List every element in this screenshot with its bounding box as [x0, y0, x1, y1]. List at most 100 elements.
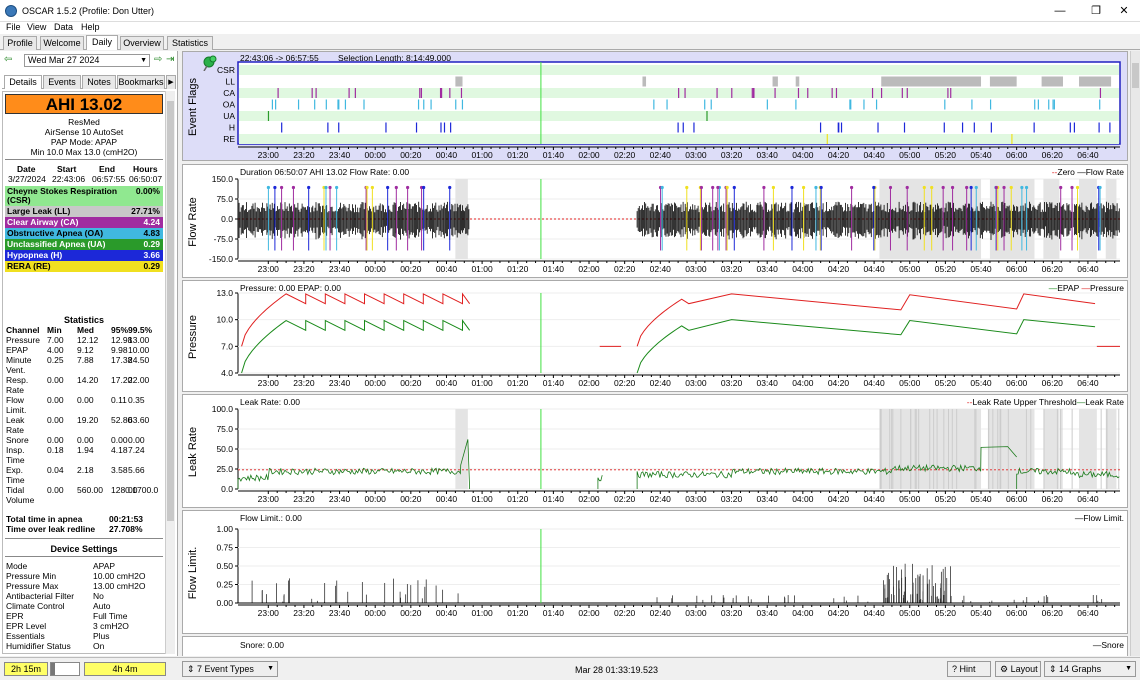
- layout-button[interactable]: ⚙ Layout: [995, 661, 1041, 677]
- leak-rate-panel[interactable]: Leak Rate Leak Rate: 0.00 --Leak Rate Up…: [182, 394, 1128, 508]
- menu-bar: File View Data Help: [0, 22, 1140, 34]
- tab-profile[interactable]: Profile: [3, 36, 37, 50]
- y-tick-label: 1.00: [216, 524, 233, 534]
- event-summary-row: Obstructive Apnea (OA) 4.83: [5, 228, 163, 239]
- zoom-slider[interactable]: [50, 662, 80, 676]
- snore-panel[interactable]: Snore: 0.00 —Snore: [182, 636, 1128, 656]
- statistics-row: Resp. 0.00 14.20 17.20 22.00 Rate: [5, 375, 163, 396]
- detail-tab-bar: Details Events Notes Bookmarks ▶: [2, 75, 176, 89]
- left-panel-scrollbar[interactable]: [165, 91, 175, 654]
- event-name: Obstructive Apnea (OA): [7, 228, 104, 238]
- event-types-dropdown[interactable]: ⇕ 7 Event Types ▼: [182, 661, 278, 677]
- y-tick-label: -150.0: [209, 254, 233, 264]
- statistics-row: Flow 0.00 0.00 0.11 0.35 Limit.: [5, 395, 163, 416]
- event-marker-dot: [324, 185, 328, 190]
- pressure-range: Min 10.0 Max 13.0 (cmH2O): [30, 147, 138, 157]
- y-tick-label: 13.0: [216, 288, 233, 298]
- flow-limit-chart[interactable]: 1.00 0.75 0.50 0.25 0.00 23:00 23:20 23:40 00:00…: [183, 511, 1129, 633]
- statistics-row: Tidal 0.00 560.00 1280.1700.0 00 Volume: [5, 485, 163, 506]
- event-marker-dot: [725, 185, 729, 190]
- right-time-pill: 4h 4m: [84, 662, 166, 676]
- x-tick-label: 01:20: [507, 494, 529, 504]
- event-value: 3.66: [143, 250, 160, 260]
- x-tick-label: 02:40: [650, 608, 672, 618]
- tab-welcome[interactable]: Welcome: [40, 36, 84, 50]
- flow-limit-panel[interactable]: Flow Limit. Flow Limit.: 0.00 —Flow Limi…: [182, 510, 1128, 634]
- prev-day-arrow-icon[interactable]: ⇦: [4, 54, 12, 66]
- graphs-dropdown[interactable]: ⇕ 14 Graphs ▼: [1044, 661, 1136, 677]
- x-tick-label: 03:00: [685, 264, 707, 274]
- stat-p995: 5.66: [128, 465, 145, 475]
- close-button[interactable]: ✕: [1104, 2, 1140, 20]
- next-day-arrow-icon[interactable]: ⇨: [154, 54, 162, 66]
- subtab-notes[interactable]: Notes: [82, 75, 116, 89]
- menu-file[interactable]: File: [6, 22, 21, 32]
- event-marker-dot: [279, 185, 284, 190]
- stat-med: 7.88: [77, 355, 94, 365]
- subtab-bookmarks[interactable]: Bookmarks: [117, 75, 165, 89]
- event-flags-chart[interactable]: CSR LLCA OAUA HRE 23:00 23:20 23:40 00:00 00:20 0…: [183, 52, 1129, 160]
- menu-view[interactable]: View: [27, 22, 46, 32]
- menu-data[interactable]: Data: [54, 22, 73, 32]
- graphs-label: 14 Graphs: [1059, 664, 1102, 674]
- pressure-chart[interactable]: 13.0 10.0 7.0 4.0 23:00 23:20 23:40 00:00 00:20 0…: [183, 281, 1129, 391]
- stat-med: 560.00: [77, 485, 103, 495]
- x-tick-label: 03:00: [685, 150, 707, 160]
- slider-handle[interactable]: [51, 663, 55, 675]
- x-tick-label: 00:20: [400, 264, 422, 274]
- pressure-panel[interactable]: Pressure Pressure: 0.00 EPAP: 0.00 —EPAP…: [182, 280, 1128, 392]
- x-tick-label: 00:20: [400, 494, 422, 504]
- chevron-icon: ⇕: [1049, 664, 1060, 674]
- x-tick-label: 00:20: [400, 608, 422, 618]
- stat-min: 0.00: [47, 485, 64, 495]
- tab-daily[interactable]: Daily: [86, 35, 118, 50]
- event-marker-dot: [386, 185, 390, 190]
- subtab-events[interactable]: Events: [43, 75, 81, 89]
- x-tick-label: 01:00: [471, 264, 493, 274]
- event-marker-dot: [922, 185, 926, 190]
- x-tick-label: 00:40: [436, 608, 458, 618]
- event-name: Unclassified Apnea (UA): [7, 239, 106, 249]
- tab-scroll-right-icon[interactable]: ▶: [166, 75, 176, 89]
- event-value: 0.29: [143, 261, 160, 271]
- device-setting-row: Humidity Level 4: [5, 651, 163, 653]
- tab-statistics[interactable]: Statistics: [167, 36, 213, 50]
- event-flags-panel[interactable]: Event Flags 22:43:06 -> 06:57:55 Selecti…: [182, 51, 1128, 161]
- x-tick-label: 00:00: [365, 608, 387, 618]
- device-model: AirSense 10 AutoSet: [44, 127, 124, 137]
- tab-overview[interactable]: Overview: [120, 36, 164, 50]
- x-tick-label: 04:00: [792, 608, 814, 618]
- event-marker-dot: [1002, 185, 1006, 190]
- flow-rate-chart[interactable]: 150.0 75.0 0.0 -75.0 -150.0 23:00 23:20 23:40 00…: [183, 165, 1129, 277]
- scrollbar-thumb[interactable]: [167, 101, 174, 521]
- minimize-button[interactable]: —: [1040, 2, 1080, 20]
- x-tick-label: 23:00: [258, 150, 280, 160]
- x-tick-label: 01:40: [543, 264, 565, 274]
- flow-rate-panel[interactable]: Flow Rate Duration 06:50:07 AHI 13.02 Fl…: [182, 164, 1128, 278]
- x-tick-label: 00:20: [400, 150, 422, 160]
- x-tick-label: 01:20: [507, 378, 529, 388]
- session-date: 3/27/2024: [8, 174, 46, 184]
- session-start: 22:43:06: [52, 174, 86, 184]
- x-tick-label: 04:40: [863, 150, 885, 160]
- event-value: 0.29: [143, 239, 160, 249]
- scrollbar-thumb[interactable]: [1132, 63, 1139, 88]
- last-day-arrow-icon[interactable]: ⇥: [166, 54, 174, 66]
- event-marker-dot: [801, 185, 806, 190]
- x-tick-label: 06:20: [1042, 608, 1064, 618]
- graph-scrollbar[interactable]: [1130, 51, 1140, 656]
- x-tick-label: 02:40: [650, 150, 672, 160]
- subtab-details[interactable]: Details: [4, 75, 42, 89]
- menu-help[interactable]: Help: [81, 22, 100, 32]
- hint-button[interactable]: ? Hint: [947, 661, 991, 677]
- x-tick-label: 06:20: [1042, 150, 1064, 160]
- leak-rate-chart[interactable]: 100.0 75.0 50.0 25.0 0.0 23:00 23:20 23:40 00:00…: [183, 395, 1129, 507]
- stat-med: 14.20: [77, 375, 99, 385]
- event-value: 4.24: [143, 217, 160, 227]
- x-tick-label: 05:20: [935, 264, 957, 274]
- ll-flag-span: [881, 76, 982, 87]
- date-picker[interactable]: Wed Mar 27 2024 ▼: [24, 54, 150, 67]
- event-marker-dot: [814, 185, 818, 190]
- event-name: Hypopnea (H): [7, 250, 63, 260]
- x-tick-label: 23:20: [293, 608, 315, 618]
